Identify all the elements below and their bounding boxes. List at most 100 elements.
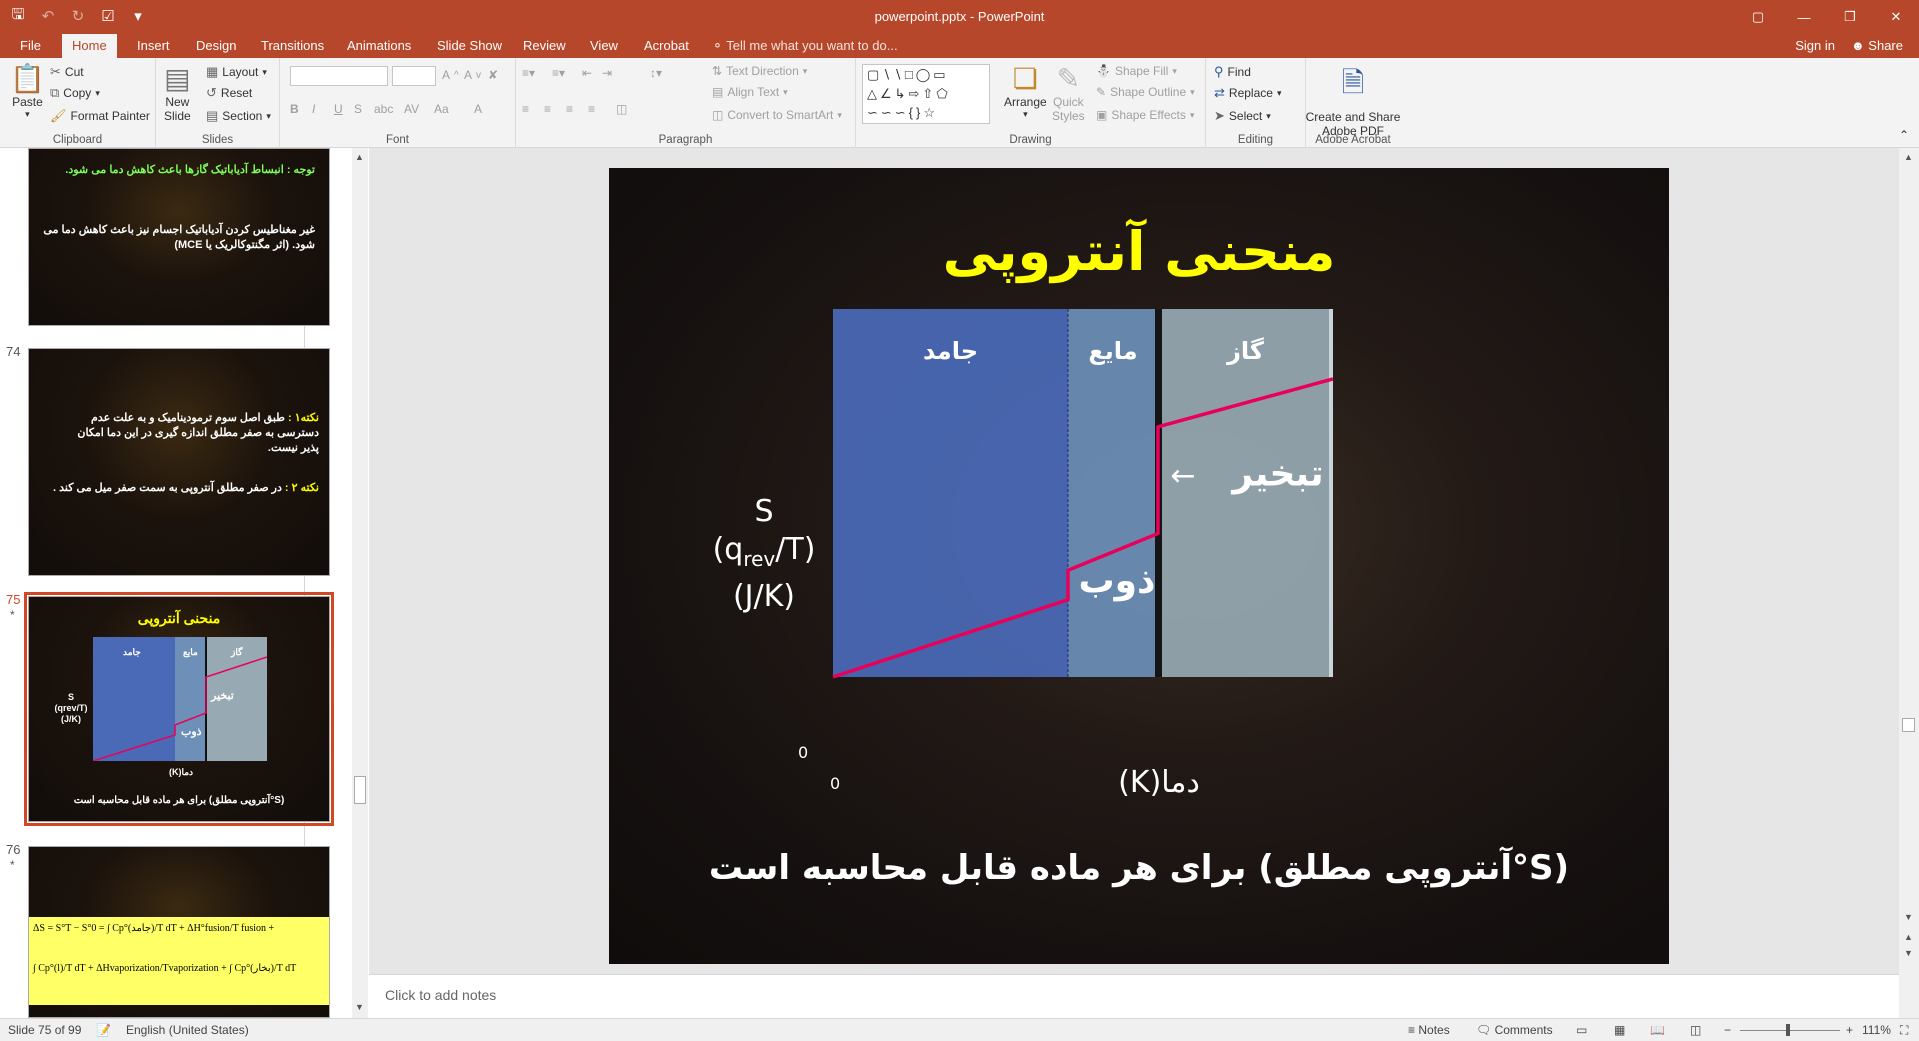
scrollbar-thumb[interactable] xyxy=(354,776,366,804)
scroll-down-icon[interactable]: ▼ xyxy=(1904,912,1913,922)
notes-toggle[interactable]: ≡ Notes xyxy=(1408,1023,1450,1037)
lightbulb-icon: ⚬ xyxy=(712,38,723,53)
arrange-button[interactable]: ❏ Arrange ▾ xyxy=(1004,62,1047,120)
font-name-input[interactable] xyxy=(290,66,388,86)
align-right-icon[interactable]: ≡ xyxy=(566,102,573,116)
shape-fill-button[interactable]: ⛄ Shape Fill ▾ xyxy=(1096,64,1177,78)
shapes-gallery[interactable]: ▢∖∖□◯▭ △∠↳⇨⇧⬠ ∽∽∽{}☆ xyxy=(862,64,990,124)
zoom-in-icon[interactable]: + xyxy=(1846,1023,1853,1037)
close-icon[interactable]: ✕ xyxy=(1873,0,1919,34)
ribbon-display-icon[interactable]: ▢ xyxy=(1735,0,1781,34)
sign-in-link[interactable]: Sign in xyxy=(1795,34,1835,58)
cut-button[interactable]: ✂ Cut xyxy=(50,64,84,80)
scrollbar-thumb[interactable] xyxy=(1902,718,1915,732)
quick-styles-button[interactable]: ✎ Quick Styles xyxy=(1052,62,1085,123)
change-case-button[interactable]: Aa xyxy=(434,102,449,116)
replace-button[interactable]: ⇄ Replace ▾ xyxy=(1214,85,1281,101)
editor-scrollbar[interactable]: ▲ ▼ ▲ ▼ xyxy=(1899,148,1919,1018)
shape-effects-button[interactable]: ▣ Shape Effects ▾ xyxy=(1096,108,1194,122)
copy-button[interactable]: ⧉ Copy ▾ xyxy=(50,85,100,101)
find-button[interactable]: ⚲ Find xyxy=(1214,64,1251,80)
zoom-slider[interactable] xyxy=(1740,1030,1840,1031)
slide-thumbnail-75[interactable]: منحنی آنتروپی جامد مایع گاز تبخیر ذوب S … xyxy=(24,592,334,826)
tab-file[interactable]: File xyxy=(10,34,51,58)
scroll-down-icon[interactable]: ▼ xyxy=(355,1002,364,1012)
font-color-button[interactable]: A xyxy=(474,102,482,116)
comments-toggle[interactable]: 🗨 Comments xyxy=(1476,1023,1553,1037)
clear-format-icon[interactable]: ✘ xyxy=(488,68,498,82)
columns-icon[interactable]: ◫ xyxy=(616,102,627,116)
tell-me-box[interactable]: ⚬ Tell me what you want to do... xyxy=(712,34,898,58)
italic-button[interactable]: I xyxy=(312,102,315,116)
line-spacing-icon[interactable]: ↕▾ xyxy=(650,66,662,80)
reading-view-icon[interactable]: 📖 xyxy=(1650,1023,1665,1037)
slide-thumbnail-74[interactable]: نکته۱ : طبق اصل سوم ترمودینامیک و به علت… xyxy=(28,348,330,576)
align-left-icon[interactable]: ≡ xyxy=(522,102,529,116)
align-text-button[interactable]: ▤ Align Text ▾ xyxy=(712,85,788,99)
tab-view[interactable]: View xyxy=(580,34,628,58)
find-label: Find xyxy=(1227,65,1251,79)
scroll-up-icon[interactable]: ▲ xyxy=(355,152,364,162)
layout-button[interactable]: ▦ Layout ▾ xyxy=(206,64,267,80)
slide-canvas[interactable]: منحنی آنتروپی جامد مایع گاز ذوب تبخیر ← S (qr… xyxy=(609,168,1669,964)
font-size-input[interactable] xyxy=(392,66,436,86)
new-slide-button[interactable]: ▤ New Slide xyxy=(164,62,191,123)
format-painter-button[interactable]: 🖌 Format Painter xyxy=(50,108,150,124)
slide-thumbnail-73[interactable]: توجه : انبساط آدیاباتیک گازها باعث کاهش … xyxy=(28,148,330,326)
collapse-ribbon-icon[interactable]: ⌃ xyxy=(1899,128,1909,142)
select-button[interactable]: ➤ Select ▾ xyxy=(1214,108,1271,124)
restore-icon[interactable]: ❐ xyxy=(1827,0,1873,34)
slideshow-view-icon[interactable]: ◫ xyxy=(1690,1023,1701,1037)
bullets-icon[interactable]: ≡▾ xyxy=(522,66,535,80)
share-button[interactable]: ☻ Share xyxy=(1851,34,1903,58)
zoom-out-icon[interactable]: − xyxy=(1724,1023,1731,1037)
text-direction-button[interactable]: ⇅ Text Direction ▾ xyxy=(712,64,807,78)
thumbnail-scrollbar[interactable]: ▲ ▼ xyxy=(352,148,368,1018)
zoom-slider-knob[interactable] xyxy=(1786,1024,1790,1036)
strikethrough-button[interactable]: S xyxy=(354,102,362,116)
bold-button[interactable]: B xyxy=(290,102,299,116)
slide-thumbnail-76[interactable]: ΔS = S°T − S°0 = ∫ Cp°(جامد)/T dT + ΔH°f… xyxy=(28,846,330,1018)
convert-smartart-button[interactable]: ◫ Convert to SmartArt ▾ xyxy=(712,108,842,122)
tab-design[interactable]: Design xyxy=(186,34,246,58)
fit-slide-icon[interactable]: ⛶ xyxy=(1900,1023,1908,1038)
zoom-level[interactable]: 111% xyxy=(1862,1023,1891,1037)
paste-button[interactable]: 📋 Paste ▾ xyxy=(10,62,45,120)
tab-home[interactable]: Home xyxy=(62,34,117,58)
language-status[interactable]: English (United States) xyxy=(126,1023,249,1037)
spell-check-icon[interactable]: 📝 xyxy=(96,1023,111,1037)
increase-indent-icon[interactable]: ⇥ xyxy=(602,66,612,80)
minimize-icon[interactable]: — xyxy=(1781,0,1827,34)
char-spacing-button[interactable]: AV xyxy=(404,102,419,116)
shape-outline-button[interactable]: ✎ Shape Outline ▾ xyxy=(1096,85,1195,99)
paste-icon: 📋 xyxy=(10,63,45,94)
tab-acrobat[interactable]: Acrobat xyxy=(634,34,699,58)
reset-label: Reset xyxy=(220,86,253,100)
shrink-font-button[interactable]: Av xyxy=(464,68,481,82)
section-button[interactable]: ▤ Section ▾ xyxy=(206,108,271,124)
previous-slide-icon[interactable]: ▲ xyxy=(1904,932,1913,942)
tab-slide-show[interactable]: Slide Show xyxy=(427,34,512,58)
tab-review[interactable]: Review xyxy=(513,34,576,58)
align-center-icon[interactable]: ≡ xyxy=(544,102,551,116)
grow-font-button[interactable]: A ^ xyxy=(442,68,459,82)
reset-button[interactable]: ↺ Reset xyxy=(206,85,252,101)
cursor-icon: ➤ xyxy=(1214,108,1225,123)
thumb75-chart: جامد مایع گاز تبخیر ذوب xyxy=(93,637,267,761)
decrease-indent-icon[interactable]: ⇤ xyxy=(582,66,592,80)
slide-footer-text[interactable]: (S°آنتروپی مطلق) برای هر ماده قابل محاسب… xyxy=(609,848,1669,888)
scroll-up-icon[interactable]: ▲ xyxy=(1904,152,1913,162)
slide-sorter-icon[interactable]: ▦ xyxy=(1614,1023,1625,1037)
create-pdf-button[interactable]: 🗎 Create and Share Adobe PDF xyxy=(1306,62,1401,138)
text-shadow-button[interactable]: abc xyxy=(374,102,393,116)
tab-transitions[interactable]: Transitions xyxy=(251,34,334,58)
shape-effects-label: Shape Effects xyxy=(1111,108,1186,122)
notes-pane[interactable]: Click to add notes xyxy=(369,974,1899,1018)
numbering-icon[interactable]: ≡▾ xyxy=(552,66,565,80)
tab-insert[interactable]: Insert xyxy=(127,34,180,58)
underline-button[interactable]: U xyxy=(334,102,343,116)
normal-view-icon[interactable]: ▭ xyxy=(1576,1023,1587,1037)
tab-animations[interactable]: Animations xyxy=(337,34,421,58)
justify-icon[interactable]: ≡ xyxy=(588,102,595,116)
next-slide-icon[interactable]: ▼ xyxy=(1904,948,1913,958)
